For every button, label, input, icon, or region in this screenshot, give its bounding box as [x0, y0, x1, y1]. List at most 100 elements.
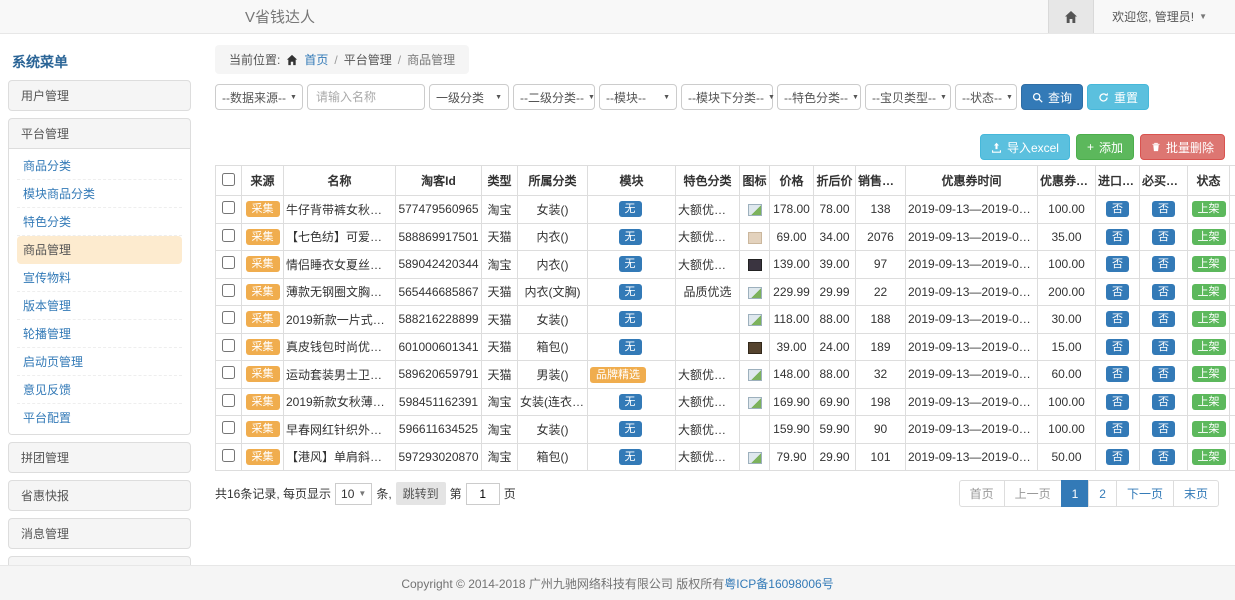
page-button-5[interactable]: 末页 — [1173, 480, 1219, 507]
select-all-checkbox[interactable] — [222, 173, 235, 186]
must-buy-toggle[interactable]: 否 — [1152, 201, 1175, 217]
status-badge[interactable]: 上架 — [1192, 394, 1226, 410]
sidebar-subitem-6[interactable]: 轮播管理 — [17, 320, 182, 348]
import-optimal-toggle[interactable]: 否 — [1106, 449, 1129, 465]
per-page-select[interactable]: 10▼ — [335, 483, 372, 505]
sidebar-subitem-3[interactable]: 商品管理 — [17, 236, 182, 264]
search-button[interactable]: 查询 — [1021, 84, 1083, 110]
import-optimal-toggle[interactable]: 否 — [1106, 256, 1129, 272]
module-badge[interactable]: 无 — [619, 284, 642, 300]
must-buy-toggle[interactable]: 否 — [1152, 229, 1175, 245]
batch-delete-button[interactable]: 批量删除 — [1140, 134, 1225, 160]
sidebar-item-0[interactable]: 拼团管理 — [9, 443, 190, 472]
sidebar-item-1[interactable]: 省惠快报 — [9, 481, 190, 510]
sidebar-subitem-7[interactable]: 启动页管理 — [17, 348, 182, 376]
module-badge[interactable]: 无 — [619, 394, 642, 410]
reset-button[interactable]: 重置 — [1087, 84, 1149, 110]
module-badge[interactable]: 无 — [619, 421, 642, 437]
status-badge[interactable]: 上架 — [1192, 421, 1226, 437]
row-checkbox[interactable] — [222, 394, 235, 407]
row-checkbox[interactable] — [222, 311, 235, 324]
cell-status: 上架 — [1188, 223, 1230, 251]
module-badge[interactable]: 品牌精选 — [590, 367, 646, 383]
home-button[interactable] — [1048, 0, 1094, 33]
cell-sales: 97 — [856, 251, 906, 279]
add-button[interactable]: + 添加 — [1076, 134, 1134, 160]
must-buy-toggle[interactable]: 否 — [1152, 366, 1175, 382]
module-badge[interactable]: 无 — [619, 449, 642, 465]
row-checkbox[interactable] — [222, 449, 235, 462]
table-row-4: 采集 2019新款一片式系... 588216228899 天猫 女装() 无 … — [216, 306, 1235, 334]
sidebar-item-2[interactable]: 消息管理 — [9, 519, 190, 548]
must-buy-toggle[interactable]: 否 — [1152, 284, 1175, 300]
module-badge[interactable]: 无 — [619, 311, 642, 327]
sidebar-item-users[interactable]: 用户管理 — [9, 81, 190, 110]
import-optimal-toggle[interactable]: 否 — [1106, 366, 1129, 382]
status-badge[interactable]: 上架 — [1192, 366, 1226, 382]
sidebar-subitem-2[interactable]: 特色分类 — [17, 208, 182, 236]
level1-category-select[interactable]: 一级分类▼ — [429, 84, 509, 110]
must-buy-toggle[interactable]: 否 — [1152, 256, 1175, 272]
page-button-4[interactable]: 下一页 — [1116, 480, 1174, 507]
sidebar-subitem-0[interactable]: 商品分类 — [17, 152, 182, 180]
jump-page-input[interactable] — [466, 483, 500, 505]
import-optimal-toggle[interactable]: 否 — [1106, 229, 1129, 245]
must-buy-toggle[interactable]: 否 — [1152, 311, 1175, 327]
table-header-row: 来源 名称 淘客Id 类型 所属分类 模块 特色分类 图标 价格 折后价 销售数… — [216, 166, 1235, 196]
icp-link[interactable]: 粤ICP备16098006号 — [724, 575, 833, 592]
import-optimal-toggle[interactable]: 否 — [1106, 284, 1129, 300]
must-buy-toggle[interactable]: 否 — [1152, 449, 1175, 465]
user-menu[interactable]: 欢迎您, 管理员! ▼ — [1094, 8, 1235, 25]
item-type-select[interactable]: --宝贝类型--▼ — [865, 84, 951, 110]
sidebar-subitem-9[interactable]: 平台配置 — [17, 404, 182, 431]
sidebar-subitem-8[interactable]: 意见反馈 — [17, 376, 182, 404]
page-button-1[interactable]: 上一页 — [1004, 480, 1062, 507]
row-checkbox[interactable] — [222, 229, 235, 242]
import-optimal-toggle[interactable]: 否 — [1106, 201, 1129, 217]
row-checkbox[interactable] — [222, 256, 235, 269]
status-badge[interactable]: 上架 — [1192, 229, 1226, 245]
module-select[interactable]: --模块--▼ — [599, 84, 677, 110]
module-badge[interactable]: 无 — [619, 256, 642, 272]
cell-coupon-amount: 15.00 — [1038, 333, 1096, 361]
sidebar-subitem-5[interactable]: 版本管理 — [17, 292, 182, 320]
import-optimal-toggle[interactable]: 否 — [1106, 421, 1129, 437]
page-button-3[interactable]: 2 — [1088, 480, 1117, 507]
must-buy-toggle[interactable]: 否 — [1152, 421, 1175, 437]
breadcrumb-home-link[interactable]: 首页 — [304, 51, 328, 68]
status-badge[interactable]: 上架 — [1192, 339, 1226, 355]
status-badge[interactable]: 上架 — [1192, 449, 1226, 465]
module-badge[interactable]: 无 — [619, 339, 642, 355]
sidebar-subitem-4[interactable]: 宣传物料 — [17, 264, 182, 292]
cell-category: 男装() — [518, 361, 588, 389]
status-badge[interactable]: 上架 — [1192, 311, 1226, 327]
page-button-2[interactable]: 1 — [1061, 480, 1090, 507]
status-badge[interactable]: 上架 — [1192, 284, 1226, 300]
row-checkbox[interactable] — [222, 339, 235, 352]
import-optimal-toggle[interactable]: 否 — [1106, 339, 1129, 355]
row-checkbox[interactable] — [222, 366, 235, 379]
status-badge[interactable]: 上架 — [1192, 256, 1226, 272]
must-buy-toggle[interactable]: 否 — [1152, 394, 1175, 410]
row-checkbox[interactable] — [222, 421, 235, 434]
import-optimal-toggle[interactable]: 否 — [1106, 311, 1129, 327]
module-badge[interactable]: 无 — [619, 201, 642, 217]
cell-feature: 大额优惠券 — [676, 388, 740, 416]
module-subcategory-select[interactable]: --模块下分类--▼ — [681, 84, 773, 110]
module-badge[interactable]: 无 — [619, 229, 642, 245]
sidebar-item-platform[interactable]: 平台管理 — [9, 119, 190, 148]
page-button-0[interactable]: 首页 — [959, 480, 1005, 507]
level2-category-select[interactable]: --二级分类--▼ — [513, 84, 595, 110]
row-checkbox[interactable] — [222, 201, 235, 214]
status-badge[interactable]: 上架 — [1192, 201, 1226, 217]
data-source-select[interactable]: --数据来源--▼ — [215, 84, 303, 110]
sidebar-subitem-1[interactable]: 模块商品分类 — [17, 180, 182, 208]
name-search-input[interactable] — [307, 84, 425, 110]
import-optimal-toggle[interactable]: 否 — [1106, 394, 1129, 410]
row-checkbox[interactable] — [222, 284, 235, 297]
status-select[interactable]: --状态--▼ — [955, 84, 1017, 110]
feature-category-select[interactable]: --特色分类--▼ — [777, 84, 861, 110]
jump-to-button[interactable]: 跳转到 — [396, 482, 446, 505]
import-excel-button[interactable]: 导入excel — [980, 134, 1070, 160]
must-buy-toggle[interactable]: 否 — [1152, 339, 1175, 355]
